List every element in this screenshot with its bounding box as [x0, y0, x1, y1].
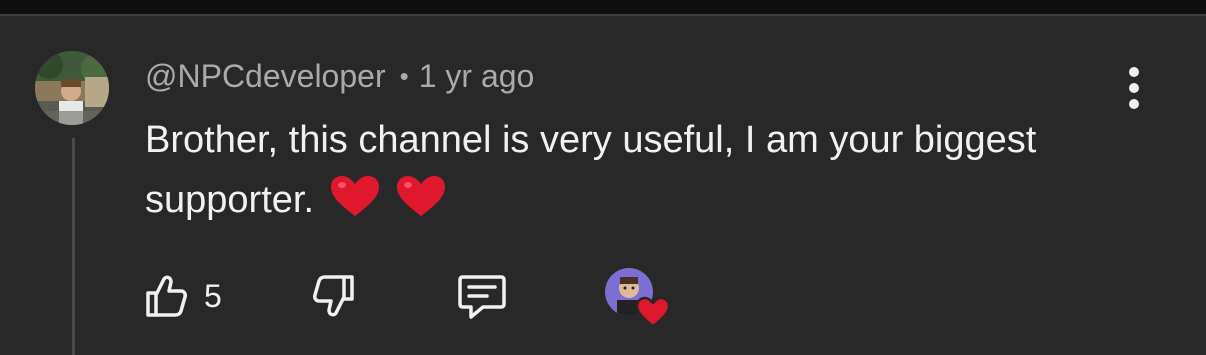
dislike-button[interactable]: [310, 268, 370, 324]
dot: [1129, 99, 1139, 109]
dot: [1129, 83, 1139, 93]
reply-button[interactable]: [455, 268, 515, 324]
thread-line: [72, 138, 75, 355]
reply-comment-icon: [458, 275, 506, 319]
avatar[interactable]: [35, 51, 109, 125]
separator: •: [399, 60, 409, 91]
comment-header: @NPCdeveloper • 1 yr ago: [145, 56, 534, 96]
red-heart-icon: [397, 176, 446, 216]
divider: [0, 14, 1206, 16]
like-button[interactable]: 5: [140, 268, 240, 324]
like-count: 5: [204, 277, 222, 314]
creator-heart-icon: [635, 296, 671, 328]
more-vert-icon[interactable]: [1112, 64, 1156, 112]
comment-text: Brother, this channel is very useful, I …: [145, 119, 1037, 221]
comment-body: Brother, this channel is very useful, I …: [145, 110, 1075, 230]
timestamp[interactable]: 1 yr ago: [419, 58, 535, 95]
author-name[interactable]: @NPCdeveloper: [145, 58, 386, 95]
thumbs-down-icon: [313, 275, 354, 317]
top-bar: [0, 0, 1206, 14]
red-heart-icon: [330, 176, 379, 216]
dot: [1129, 67, 1139, 77]
thumbs-up-icon: [146, 275, 187, 317]
creator-heart[interactable]: [605, 268, 675, 328]
